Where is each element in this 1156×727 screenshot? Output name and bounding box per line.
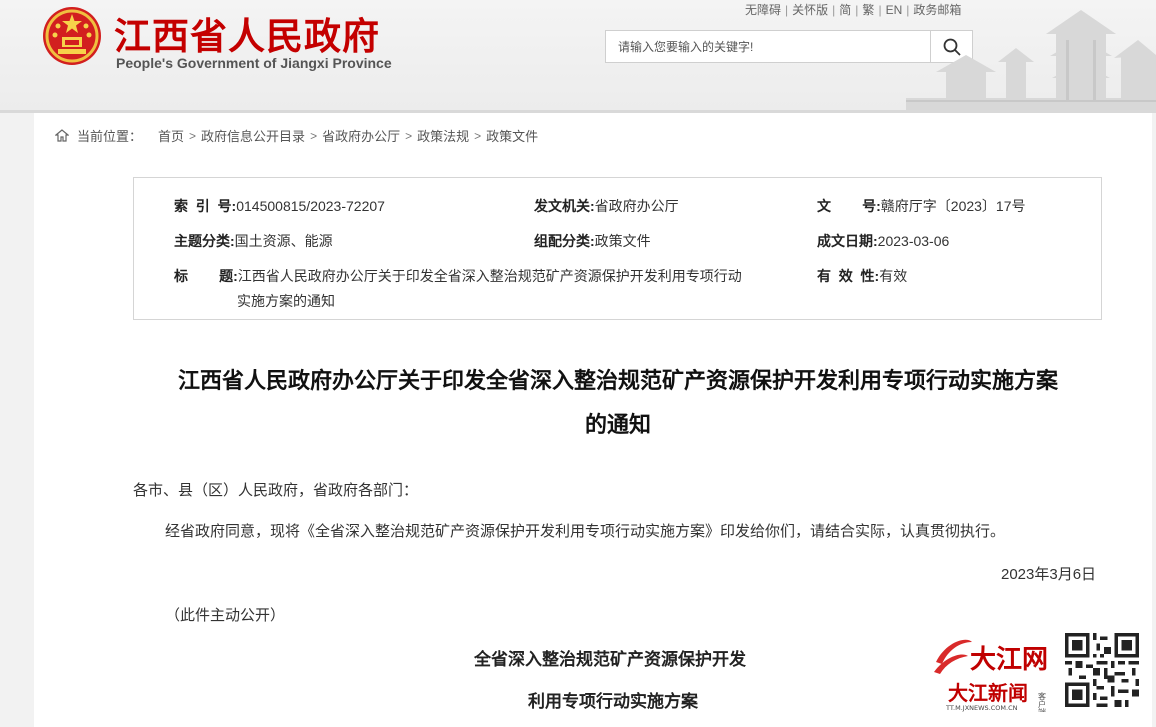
page-margin-right bbox=[1152, 113, 1156, 727]
meta-label: 有 效 性: bbox=[817, 268, 880, 284]
separator: | bbox=[832, 3, 836, 17]
plan-title-line: 全省深入整治规范矿产资源保护开发 bbox=[474, 650, 746, 669]
breadcrumb-label: 当前位置： bbox=[77, 129, 143, 144]
watermark-brand: 大江网 bbox=[970, 645, 1048, 675]
separator: | bbox=[878, 3, 882, 17]
breadcrumb-policy-regulations[interactable]: 政策法规 bbox=[417, 126, 469, 145]
national-emblem-icon bbox=[43, 7, 101, 65]
meta-group: 组配分类:政策文件 bbox=[534, 231, 651, 251]
meta-value: 2023-03-06 bbox=[877, 233, 950, 249]
meta-label: 组配分类: bbox=[534, 233, 595, 249]
document-title-line: 的通知 bbox=[584, 413, 651, 438]
watermark-brand-2: 大江新闻 bbox=[948, 681, 1028, 705]
meta-label: 发文机关: bbox=[534, 198, 595, 214]
watermark-suffix: 客户端 bbox=[1038, 691, 1047, 712]
link-simplified[interactable]: 简 bbox=[839, 3, 851, 17]
separator: | bbox=[855, 3, 859, 17]
meta-date: 成文日期:2023-03-06 bbox=[817, 231, 949, 251]
meta-value: 014500815/2023-72207 bbox=[236, 198, 385, 214]
meta-value: 有效 bbox=[879, 268, 908, 284]
site-subtitle: People's Government of Jiangxi Province bbox=[116, 55, 392, 71]
meta-document-number: 文 号:赣府厅字〔2023〕17号 bbox=[817, 196, 1026, 216]
site-title[interactable]: 江西省人民政府 bbox=[114, 6, 380, 60]
meta-label: 成文日期: bbox=[817, 233, 878, 249]
document-date: 2023年3月6日 bbox=[1001, 566, 1097, 583]
pavilion-skyline-decoration bbox=[906, 10, 1156, 112]
meta-issuer: 发文机关:省政府办公厅 bbox=[534, 196, 679, 216]
disclosure-note: （此件主动公开） bbox=[165, 607, 286, 624]
meta-value: 赣府厅字〔2023〕17号 bbox=[880, 198, 1026, 214]
document-title: 江西省人民政府办公厅关于印发全省深入整治规范矿产资源保护开发利用专项行动实施方案… bbox=[120, 360, 1116, 448]
meta-label: 文 号: bbox=[817, 198, 881, 214]
meta-validity: 有 效 性:有效 bbox=[817, 266, 907, 286]
meta-value: 省政府办公厅 bbox=[594, 198, 679, 214]
meta-label: 标 题: bbox=[174, 268, 238, 284]
breadcrumb: 当前位置： 首页 > 政府信息公开目录 > 省政府办公厅 > 政策法规 > 政策… bbox=[55, 126, 538, 145]
breadcrumb-info-catalog[interactable]: 政府信息公开目录 bbox=[201, 126, 305, 145]
meta-title: 标 题:江西省人民政府办公厅关于印发全省深入整治规范矿产资源保护开发利用专项行动 bbox=[174, 266, 742, 286]
dajiang-news-watermark-logo: 大江网 大江新闻 客户端 TT.M.JXNEWS.COM.CN bbox=[934, 639, 1048, 712]
meta-title-continued: 实施方案的通知 bbox=[237, 293, 335, 309]
separator: | bbox=[785, 3, 789, 17]
chevron-right-icon: > bbox=[310, 128, 318, 143]
chevron-right-icon: > bbox=[189, 128, 197, 143]
chevron-right-icon: > bbox=[474, 128, 482, 143]
page-margin-left bbox=[0, 113, 34, 727]
qr-code-icon bbox=[1065, 633, 1139, 707]
home-icon bbox=[55, 129, 69, 142]
meta-value: 江西省人民政府办公厅关于印发全省深入整治规范矿产资源保护开发利用专项行动 bbox=[237, 268, 742, 284]
link-care-version[interactable]: 关怀版 bbox=[792, 3, 828, 17]
body-paragraph: 经省政府同意，现将《全省深入整治规范矿产资源保护开发利用专项行动实施方案》印发给… bbox=[165, 523, 1006, 540]
plan-title-line: 利用专项行动实施方案 bbox=[528, 692, 698, 711]
link-traditional[interactable]: 繁 bbox=[862, 3, 874, 17]
breadcrumb-policy-documents[interactable]: 政策文件 bbox=[486, 126, 538, 145]
watermark-url: TT.M.JXNEWS.COM.CN bbox=[945, 704, 1018, 712]
meta-value: 国土资源、能源 bbox=[234, 233, 333, 249]
link-english[interactable]: EN bbox=[886, 3, 903, 17]
meta-label: 索 引 号: bbox=[174, 198, 237, 214]
breadcrumb-office[interactable]: 省政府办公厅 bbox=[322, 126, 400, 145]
site-header: 江西省人民政府 People's Government of Jiangxi P… bbox=[0, 0, 1156, 112]
chevron-right-icon: > bbox=[405, 128, 413, 143]
meta-value: 政策文件 bbox=[594, 233, 651, 249]
salutation: 各市、县（区）人民政府，省政府各部门： bbox=[133, 482, 419, 499]
search-input[interactable] bbox=[606, 31, 931, 62]
document-title-line: 江西省人民政府办公厅关于印发全省深入整治规范矿产资源保护开发利用专项行动实施方案 bbox=[177, 369, 1058, 394]
meta-label: 主题分类: bbox=[174, 233, 235, 249]
link-accessibility[interactable]: 无障碍 bbox=[745, 3, 781, 17]
breadcrumb-home[interactable]: 首页 bbox=[158, 126, 184, 145]
meta-index-number: 索 引 号:014500815/2023-72207 bbox=[174, 196, 385, 216]
meta-topic: 主题分类:国土资源、能源 bbox=[174, 231, 333, 251]
